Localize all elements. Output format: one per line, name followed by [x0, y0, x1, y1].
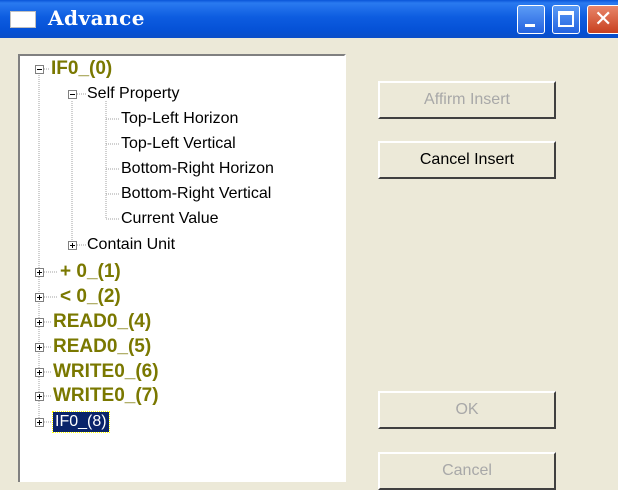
window-icon — [10, 11, 36, 28]
tree-node-unit[interactable]: < 0_(2) — [60, 287, 121, 307]
ok-button[interactable]: OK — [378, 391, 556, 429]
tree-node-self-property[interactable]: Self Property — [87, 84, 179, 104]
tree-node-contain-unit[interactable]: Contain Unit — [87, 235, 175, 255]
affirm-insert-button[interactable]: Affirm Insert — [378, 81, 556, 119]
expand-icon[interactable] — [35, 392, 44, 401]
tree-node-property[interactable]: Top-Left Vertical — [121, 134, 236, 154]
cancel-button[interactable]: Cancel — [378, 452, 556, 490]
tree-node-property[interactable]: Top-Left Horizon — [121, 109, 238, 129]
collapse-icon[interactable] — [35, 65, 44, 74]
close-icon: ✕ — [594, 7, 613, 32]
tree-node-unit[interactable]: WRITE0_(6) — [53, 362, 159, 382]
collapse-icon[interactable] — [68, 90, 77, 99]
tree-node-property[interactable]: Bottom-Right Horizon — [121, 159, 274, 179]
expand-icon[interactable] — [68, 241, 77, 250]
close-button[interactable]: ✕ — [587, 5, 618, 34]
tree-node-root[interactable]: IF0_(0) — [51, 59, 112, 79]
tree-node-unit[interactable]: READ0_(5) — [53, 337, 151, 357]
window-title: Advance — [48, 6, 146, 30]
tree-node-property[interactable]: Bottom-Right Vertical — [121, 184, 271, 204]
tree-node-property[interactable]: Current Value — [121, 209, 219, 229]
expand-icon[interactable] — [35, 318, 44, 327]
expand-icon[interactable] — [35, 343, 44, 352]
maximize-button[interactable] — [552, 5, 580, 34]
minimize-icon — [525, 24, 535, 27]
tree-node-unit[interactable]: + 0_(1) — [60, 262, 121, 282]
expand-icon[interactable] — [35, 418, 44, 427]
tree-node-unit[interactable]: READ0_(4) — [53, 312, 151, 332]
expand-icon[interactable] — [35, 268, 44, 277]
title-bar[interactable]: Advance ✕ — [0, 0, 618, 38]
tree-view[interactable]: IF0_(0) Self Property Top-Left Horizon T… — [18, 54, 346, 482]
minimize-button[interactable] — [517, 5, 545, 34]
expand-icon[interactable] — [35, 368, 44, 377]
tree-node-selected[interactable]: IF0_(8) — [52, 411, 110, 433]
tree-node-unit[interactable]: WRITE0_(7) — [53, 386, 159, 406]
cancel-insert-button[interactable]: Cancel Insert — [378, 141, 556, 179]
maximize-icon — [558, 11, 574, 27]
expand-icon[interactable] — [35, 293, 44, 302]
